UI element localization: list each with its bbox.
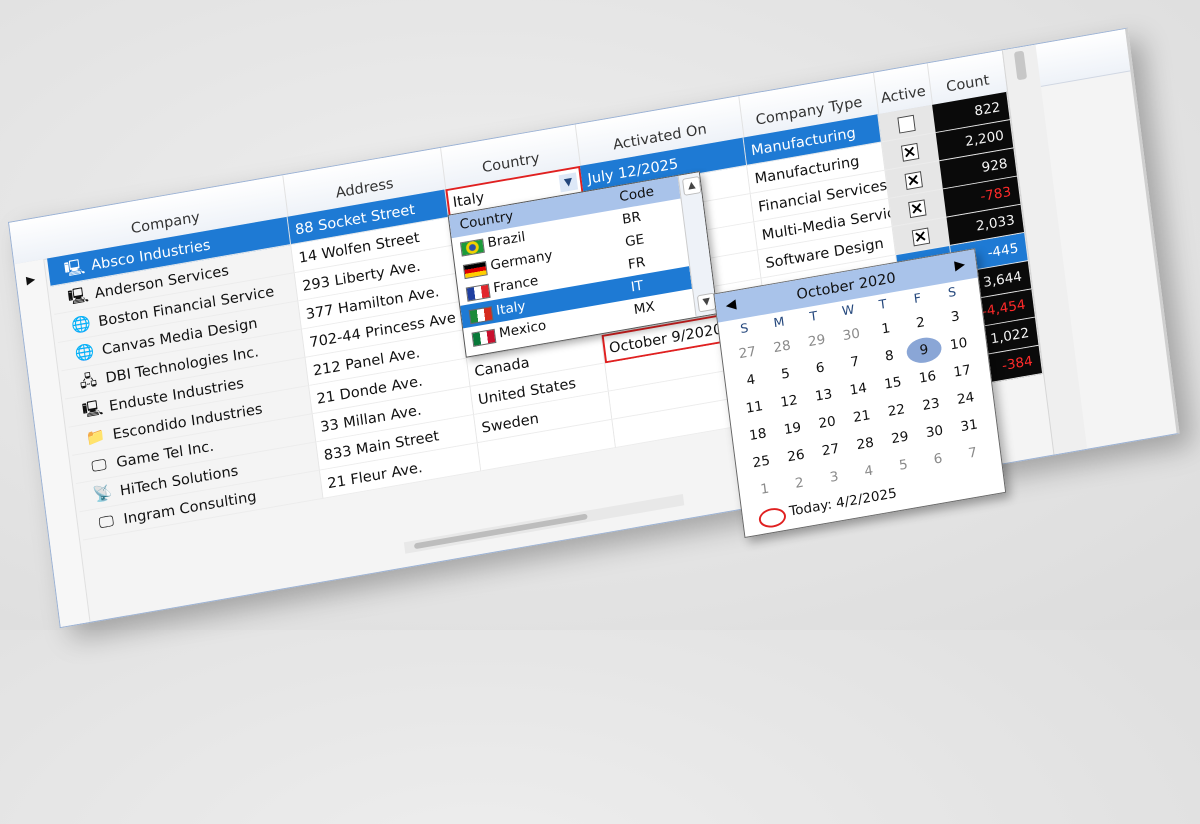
calendar-day[interactable]: 13	[805, 380, 843, 410]
germany-flag-icon	[462, 261, 488, 280]
active-checkbox[interactable]	[911, 227, 931, 247]
weekday-header: F	[913, 291, 923, 307]
calendar-day[interactable]: 30	[832, 320, 870, 350]
next-month-icon[interactable]: ▶	[954, 257, 966, 274]
weekday-header: T	[808, 309, 819, 325]
dropdown-item-code: MX	[632, 299, 656, 318]
horizontal-scrollbar[interactable]	[403, 493, 685, 554]
current-row-indicator-icon: ▶	[25, 272, 36, 287]
calendar-day[interactable]: 20	[808, 408, 846, 438]
calendar-day[interactable]: 27	[812, 435, 850, 465]
calendar-day[interactable]: 18	[739, 420, 777, 450]
calendar-day[interactable]: 1	[867, 314, 905, 344]
active-checkbox[interactable]	[904, 171, 923, 190]
calendar-day[interactable]: 25	[743, 447, 781, 477]
chevron-down-icon[interactable]: ▼	[558, 172, 579, 193]
calendar-day[interactable]: 6	[919, 444, 957, 474]
calendar-day[interactable]: 7	[836, 347, 874, 377]
mexico-flag-icon	[471, 328, 497, 347]
dropdown-item-code: FR	[627, 254, 647, 273]
folder-icon: 📁	[84, 426, 107, 448]
calendar-day[interactable]: 4	[850, 456, 888, 486]
calendar-day[interactable]: 29	[881, 423, 919, 453]
active-checkbox[interactable]	[908, 199, 927, 219]
calendar-day[interactable]: 11	[736, 392, 774, 422]
monitor-icon: 🖵	[90, 454, 108, 476]
calendar-day[interactable]: 3	[936, 302, 974, 332]
calendar-day[interactable]: 5	[885, 450, 923, 480]
computer-icon: 🖳	[63, 256, 86, 279]
calendar-day[interactable]: 2	[781, 468, 819, 498]
weekday-header: M	[772, 315, 786, 332]
calendar-day[interactable]: 16	[909, 362, 947, 392]
date-picker-calendar: ◀ October 2020 ▶ SMTWTFS 27 28 29 30 1 2 3 4 5 6 7…	[713, 248, 1007, 539]
calendar-day[interactable]: 2	[902, 308, 940, 338]
globe-icon: 🌐	[73, 341, 96, 363]
calendar-day[interactable]: 4	[732, 365, 770, 395]
active-checkbox[interactable]	[900, 142, 920, 162]
network-icon: 🖧	[78, 370, 98, 391]
calendar-day[interactable]: 27	[729, 338, 767, 368]
calendar-day[interactable]: 26	[777, 441, 815, 471]
calendar-day[interactable]: 30	[916, 417, 954, 447]
calendar-day[interactable]: 14	[839, 374, 877, 404]
calendar-day[interactable]: 21	[843, 402, 881, 432]
scroll-up-icon[interactable]: ▲	[681, 175, 702, 196]
calendar-day[interactable]: 15	[874, 368, 912, 398]
calendar-day[interactable]: 5	[767, 359, 805, 389]
active-checkbox[interactable]	[897, 114, 916, 134]
horizontal-scroll-thumb[interactable]	[413, 513, 588, 550]
calendar-day[interactable]: 9	[905, 335, 943, 366]
calendar-day[interactable]: 7	[954, 438, 992, 468]
france-flag-icon	[465, 283, 491, 302]
calendar-day[interactable]: 12	[770, 386, 808, 416]
dropdown-item-code: IT	[630, 278, 645, 296]
italy-flag-icon	[468, 306, 494, 325]
calendar-day[interactable]: 22	[878, 396, 916, 426]
today-ring-icon	[757, 506, 788, 530]
calendar-day[interactable]: 17	[943, 356, 981, 386]
weekday-header: S	[947, 285, 958, 301]
calendar-day[interactable]: 1	[746, 474, 784, 504]
weekday-header: W	[841, 302, 856, 320]
calendar-day[interactable]: 23	[912, 390, 950, 420]
weekday-header: S	[739, 321, 750, 337]
calendar-day[interactable]: 19	[774, 414, 812, 444]
calendar-day[interactable]: 31	[950, 411, 988, 441]
calendar-day[interactable]: 10	[940, 329, 978, 359]
calendar-day[interactable]: 8	[871, 341, 909, 371]
calendar-day[interactable]: 28	[763, 332, 801, 362]
monitor-icon: 🖵	[97, 511, 115, 532]
calendar-day[interactable]: 6	[801, 353, 839, 383]
calendar-day[interactable]: 28	[846, 429, 884, 459]
brazil-flag-icon	[459, 238, 485, 257]
vertical-scroll-thumb[interactable]	[1013, 50, 1028, 81]
dropdown-item-code: BR	[621, 209, 642, 228]
calendar-day[interactable]: 3	[815, 462, 853, 492]
computer-icon: 🖳	[81, 397, 104, 420]
weekday-header: T	[878, 297, 888, 313]
computer-icon: 🖳	[66, 285, 90, 307]
calendar-day[interactable]: 29	[798, 326, 836, 356]
globe-icon: 🌐	[70, 313, 92, 335]
calendar-day[interactable]: 24	[947, 384, 985, 414]
satellite-icon: 📡	[91, 482, 114, 504]
